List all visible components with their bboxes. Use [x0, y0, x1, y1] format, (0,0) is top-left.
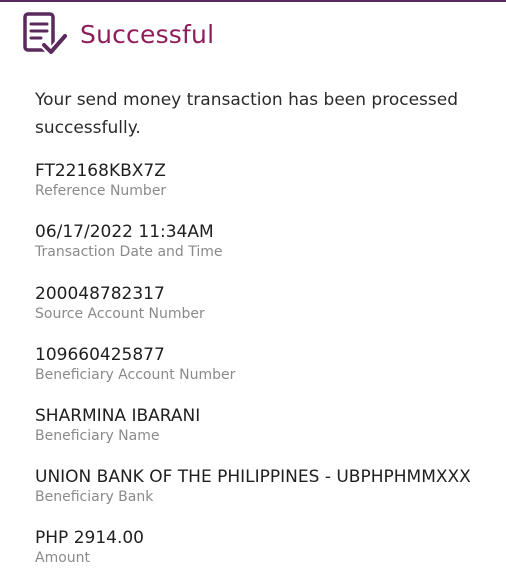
amount-field: PHP 2914.00 Amount: [35, 528, 495, 567]
beneficiary-bank-label: Beneficiary Bank: [35, 489, 154, 505]
beneficiary-bank-value: UNION BANK OF THE PHILIPPINES - UBPHPHMM…: [35, 467, 471, 487]
beneficiary-account-value: 109660425877: [35, 345, 165, 365]
transaction-date-value: 06/17/2022 11:34AM: [35, 222, 214, 242]
beneficiary-bank-field: UNION BANK OF THE PHILIPPINES - UBPHPHMM…: [35, 467, 495, 506]
header: Successful: [22, 12, 214, 58]
reference-number-label: Reference Number: [35, 183, 167, 199]
beneficiary-account-field: 109660425877 Beneficiary Account Number: [35, 345, 495, 384]
top-divider: [0, 0, 506, 2]
reference-number-value: FT22168KBX7Z: [35, 161, 166, 181]
reference-number-field: FT22168KBX7Z Reference Number: [35, 161, 495, 200]
transaction-date-field: 06/17/2022 11:34AM Transaction Date and …: [35, 222, 495, 261]
source-account-label: Source Account Number: [35, 306, 205, 322]
success-message: Your send money transaction has been pro…: [35, 90, 458, 138]
source-account-field: 200048782317 Source Account Number: [35, 284, 495, 323]
beneficiary-account-label: Beneficiary Account Number: [35, 367, 236, 383]
page-title: Successful: [80, 20, 215, 49]
document-check-icon: [23, 12, 68, 56]
beneficiary-name-field: SHARMINA IBARANI Beneficiary Name: [35, 406, 495, 445]
amount-label: Amount: [35, 550, 91, 566]
amount-value: PHP 2914.00: [35, 528, 144, 548]
source-account-value: 200048782317: [35, 284, 165, 304]
beneficiary-name-value: SHARMINA IBARANI: [35, 406, 201, 426]
transaction-date-label: Transaction Date and Time: [35, 244, 223, 260]
beneficiary-name-label: Beneficiary Name: [35, 428, 160, 444]
